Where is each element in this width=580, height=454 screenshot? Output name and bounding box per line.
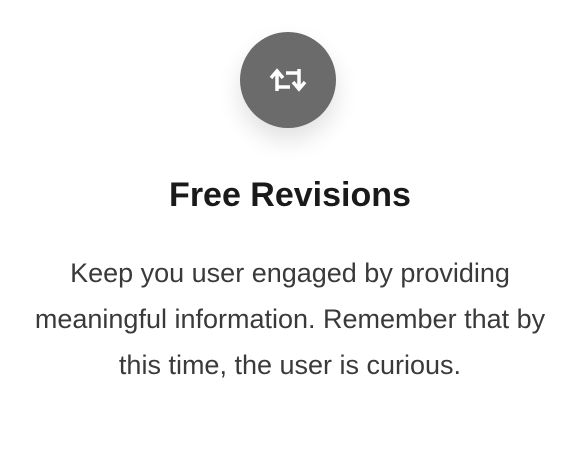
feature-icon-badge — [240, 32, 336, 128]
repeat-icon — [269, 68, 307, 92]
feature-description: Keep you user engaged by providing meani… — [34, 258, 546, 380]
feature-title: Free Revisions — [169, 176, 411, 214]
